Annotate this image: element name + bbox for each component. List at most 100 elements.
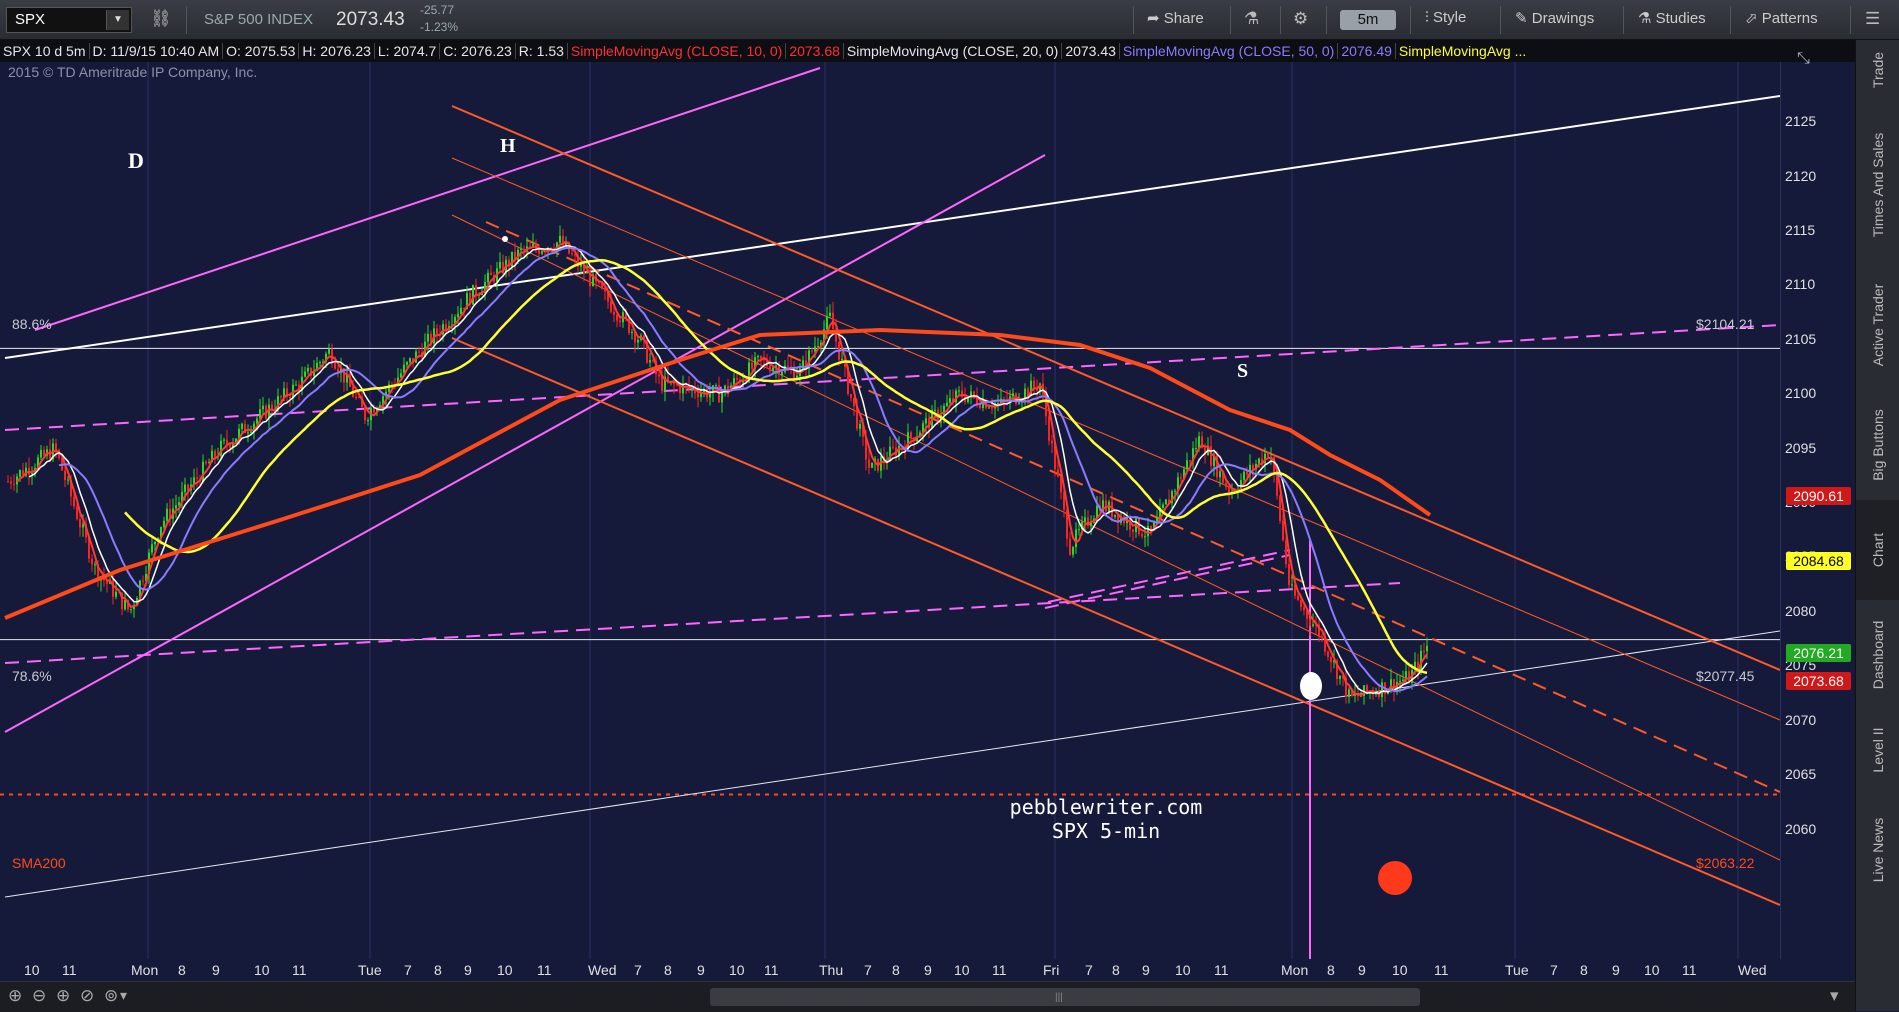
time-tick-label: 7	[1550, 962, 1558, 978]
info-sma50-value: 2076.49	[1338, 43, 1396, 59]
style-button[interactable]: ⫶ Style	[1425, 9, 1466, 26]
candle-body	[1243, 471, 1245, 481]
candle-body	[1279, 495, 1281, 521]
time-tick-label: 10	[24, 962, 40, 978]
last-price: 2073.43	[336, 9, 405, 30]
toolbar-divider	[1730, 6, 1731, 34]
candle-body	[871, 462, 873, 468]
price-change-pct: -1.23%	[420, 20, 459, 34]
candle-body	[163, 520, 165, 527]
pan-icon[interactable]: ⊕	[8, 986, 22, 1006]
menu-icon[interactable]: ☰	[1865, 9, 1880, 29]
link-icon[interactable]: ⛓	[150, 9, 172, 29]
candle-body	[817, 346, 819, 348]
candle-body	[1072, 547, 1074, 555]
share-button[interactable]: ➦ Share	[1147, 9, 1204, 27]
chevron-down-icon[interactable]: ▾	[1830, 986, 1839, 1006]
time-tick-label: 11	[764, 962, 779, 978]
time-tick-label: 9	[1612, 962, 1620, 978]
candle-body	[1291, 584, 1293, 586]
time-tick-label: 10	[729, 962, 745, 978]
tab-big-buttons[interactable]: Big Buttons	[1856, 390, 1899, 500]
tab-times-and-sales-label: Times And Sales	[1870, 132, 1886, 238]
price-tag: 2090.61	[1786, 487, 1851, 506]
candle-body	[868, 459, 870, 468]
style-label: Style	[1432, 9, 1467, 26]
chart-canvas[interactable]: 2015 © TD Ameritrade IP Company, Inc. D …	[0, 62, 1781, 959]
price-chart[interactable]: 2015 © TD Ameritrade IP Company, Inc. D …	[0, 62, 1781, 959]
pattern-label-d: D	[128, 148, 144, 173]
collapse-icon[interactable]: ⤡	[1797, 50, 1810, 68]
candle-body	[76, 506, 78, 520]
gear-icon[interactable]: ⚙	[1293, 9, 1308, 29]
candle-body	[997, 402, 999, 404]
candle-body	[175, 505, 177, 509]
zoom-out-icon[interactable]: ⊖	[32, 986, 46, 1006]
candle-body	[988, 407, 990, 409]
info-range: R: 1.53	[515, 43, 568, 59]
toolbar-divider	[1280, 6, 1281, 34]
patterns-label: Patterns	[1761, 10, 1818, 27]
chevron-down-icon[interactable]: ▼	[106, 10, 129, 30]
zoom-reset-icon[interactable]: ⊚	[104, 986, 118, 1006]
candle-body	[1114, 514, 1116, 517]
time-tick-label: Tue	[358, 962, 382, 978]
tab-live-news[interactable]: Live News	[1856, 800, 1899, 900]
info-sma20-label: SimpleMovingAvg (CLOSE, 20, 0)	[843, 43, 1063, 59]
candle-body	[418, 351, 420, 353]
zoom-fit-icon[interactable]: ⊘	[80, 986, 94, 1006]
flask-icon[interactable]: ⚗	[1244, 9, 1259, 29]
candle-body	[256, 418, 258, 424]
candle-body	[43, 449, 45, 456]
drawings-button[interactable]: ✎ Drawings	[1515, 9, 1594, 27]
candle-body	[649, 360, 651, 363]
candle-body	[1321, 636, 1323, 638]
tab-level-ii[interactable]: Level II	[1856, 710, 1899, 790]
candle-body	[661, 376, 663, 391]
candle-body	[586, 271, 588, 274]
time-scrollbar[interactable]: |||	[710, 988, 1420, 1006]
candle-body	[124, 599, 126, 610]
tab-active-trader[interactable]: Active Trader	[1856, 270, 1899, 380]
candle-body	[1399, 680, 1401, 683]
time-tick-label: Fri	[1043, 962, 1060, 978]
price-axis[interactable]: 2125212021152110210521002095209020852080…	[1780, 50, 1856, 959]
timeframe-selector[interactable]: 5m	[1340, 10, 1396, 30]
time-axis[interactable]: 10 11 Mon 8 9 10 11 Tue 7 8 9 10 11 Wed 7 8 9 10 11 Thu 7 8 9 1…	[0, 959, 1855, 981]
price-tick-label: 2105	[1785, 330, 1817, 347]
time-tick-label: 11	[1214, 962, 1229, 978]
symbol-selector[interactable]: SPX ▼	[6, 7, 132, 33]
tab-dashboard[interactable]: Dashboard	[1856, 605, 1899, 705]
candle-body	[1288, 563, 1290, 585]
candle-body	[328, 348, 330, 354]
candle-body	[772, 367, 774, 372]
candle-body	[1141, 534, 1143, 537]
candle-body	[241, 423, 243, 429]
candle-body	[991, 407, 993, 409]
candle-body	[82, 524, 84, 528]
studies-button[interactable]: ⚗ Studies	[1638, 9, 1706, 27]
patterns-button[interactable]: ⬀ Patterns	[1745, 9, 1818, 27]
candle-body	[1069, 538, 1071, 555]
info-open: O: 2075.53	[223, 43, 300, 59]
candle-body	[613, 311, 615, 315]
toolbar-divider	[186, 6, 187, 34]
candle-body	[1210, 445, 1212, 467]
zoom-in-icon[interactable]: ⊕	[56, 986, 70, 1006]
candle-body	[250, 431, 252, 433]
time-tick-label: 11	[292, 962, 307, 978]
tab-level-ii-label: Level II	[1870, 727, 1886, 773]
candle-body	[367, 420, 369, 422]
tab-trade[interactable]: Trade	[1856, 40, 1899, 100]
tab-chart[interactable]: Chart	[1856, 500, 1899, 600]
candle-body	[214, 450, 216, 457]
candle-body	[304, 371, 306, 377]
candle-body	[409, 358, 411, 363]
candle-body	[1180, 477, 1182, 479]
candle-body	[40, 449, 42, 458]
tab-times-and-sales[interactable]: Times And Sales	[1856, 120, 1899, 250]
candle-body	[1051, 440, 1053, 444]
candle-body	[289, 396, 291, 399]
candle-body	[787, 365, 789, 367]
chevron-down-icon[interactable]: ▾	[120, 987, 127, 1004]
